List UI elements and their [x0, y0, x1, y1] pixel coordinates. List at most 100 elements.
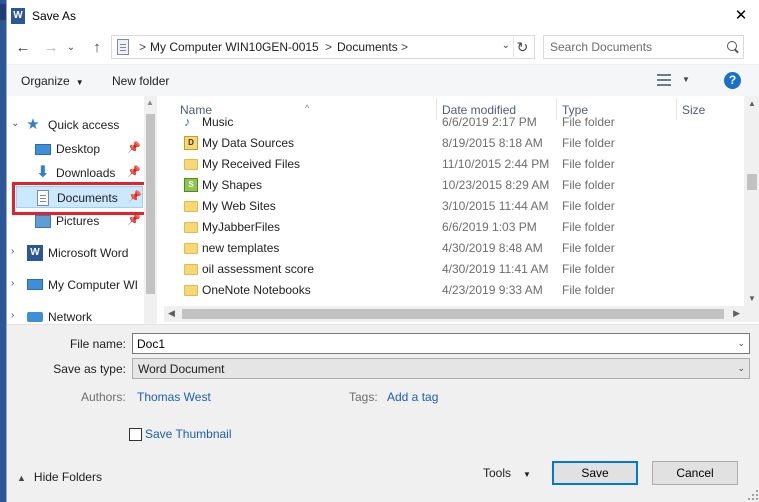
up-arrow-icon[interactable]: ↑	[87, 38, 107, 58]
scrollbar-thumb[interactable]	[146, 114, 155, 294]
file-row[interactable]: oil assessment score 4/30/2019 11:41 AM …	[164, 259, 744, 280]
scrollbar-thumb[interactable]	[182, 309, 724, 319]
collapsed-chevron-icon[interactable]: ›	[11, 246, 14, 257]
hide-folders-button[interactable]: ▲ Hide Folders	[17, 470, 102, 484]
file-date: 6/6/2019 2:17 PM	[442, 116, 537, 129]
save-as-type-label: Save as type:	[53, 362, 126, 376]
sort-ascending-icon: ^	[305, 103, 310, 113]
navigation-pane-scrollbar[interactable]: ▲	[144, 96, 157, 324]
save-thumbnail-checkbox[interactable]	[129, 428, 142, 441]
file-name-field[interactable]: ⌄	[132, 333, 750, 354]
recent-locations-chevron-icon[interactable]: ⌄	[61, 38, 81, 58]
column-header-type[interactable]: Type	[562, 103, 588, 117]
file-type: File folder	[562, 283, 615, 297]
search-input[interactable]	[550, 39, 715, 55]
sidebar-item-network[interactable]: › Network	[7, 306, 143, 324]
file-name-input[interactable]	[137, 336, 727, 351]
sidebar-item-my-computer[interactable]: › My Computer WI	[7, 274, 143, 296]
add-tag-link[interactable]: Add a tag	[387, 390, 438, 404]
chevron-down-icon[interactable]: ⌄	[737, 363, 745, 374]
file-date: 4/30/2019 8:48 AM	[442, 241, 543, 255]
music-folder-icon: ♪	[184, 116, 191, 129]
back-arrow-icon[interactable]: ←	[13, 38, 33, 58]
organize-button[interactable]: Organize ▼	[21, 74, 84, 88]
address-history-chevron-icon[interactable]: ⌄	[502, 40, 510, 51]
resize-grip-icon[interactable]	[748, 490, 758, 500]
organize-label: Organize	[21, 74, 70, 88]
scroll-up-icon[interactable]: ▲	[146, 98, 154, 107]
scrollbar-thumb[interactable]	[747, 174, 757, 190]
file-list-vertical-scrollbar[interactable]: ▲ ▼	[744, 96, 759, 306]
file-type: File folder	[562, 178, 615, 192]
search-icon[interactable]	[727, 41, 737, 51]
tools-button[interactable]: Tools ▼	[483, 466, 531, 480]
view-chevron-down-icon[interactable]: ▼	[682, 75, 690, 84]
scroll-left-icon[interactable]: ◀	[168, 308, 175, 319]
file-name: oil assessment score	[202, 262, 315, 276]
save-button[interactable]: Save	[552, 461, 638, 485]
save-as-dialog: W Save As ✕ ← → ⌄ ↑ > My Computer WIN10G…	[6, 0, 759, 502]
folder-icon	[184, 222, 198, 233]
file-list-horizontal-scrollbar[interactable]: ◀ ▶	[164, 306, 759, 322]
file-list: Name ^ Date modified Type Size ♪ Music 6…	[164, 96, 759, 324]
file-row[interactable]: My Received Files 11/10/2015 2:44 PM Fil…	[164, 154, 744, 175]
forward-arrow-icon[interactable]: →	[41, 38, 61, 58]
close-icon[interactable]: ✕	[730, 5, 752, 27]
documents-highlight-annotation	[12, 182, 153, 215]
save-thumbnail-label[interactable]: Save Thumbnail	[145, 427, 232, 441]
file-row[interactable]: OneNote Notebooks 4/23/2019 9:33 AM File…	[164, 280, 744, 301]
collapsed-chevron-icon[interactable]: ›	[11, 278, 14, 289]
file-row[interactable]: ♪ Music 6/6/2019 2:17 PM File folder	[164, 116, 744, 133]
refresh-icon[interactable]: ↻	[513, 37, 531, 57]
dialog-title: Save As	[32, 9, 77, 23]
cancel-button[interactable]: Cancel	[652, 461, 738, 485]
scroll-right-icon[interactable]: ▶	[733, 308, 740, 319]
column-header-date-modified[interactable]: Date modified	[442, 103, 516, 117]
sidebar-item-quick-access[interactable]: ⌄ ★ Quick access	[7, 114, 143, 136]
chevron-down-icon[interactable]: ⌄	[737, 338, 745, 349]
search-box[interactable]	[543, 35, 744, 59]
pin-icon: 📌	[127, 166, 141, 178]
column-header-size[interactable]: Size	[682, 103, 705, 117]
file-name: Music	[202, 116, 234, 129]
scroll-down-icon[interactable]: ▼	[748, 294, 756, 303]
sidebar-item-label: Desktop	[56, 142, 101, 156]
folder-icon	[184, 201, 198, 212]
sidebar-item-microsoft-word[interactable]: › W Microsoft Word	[7, 242, 143, 264]
computer-icon	[27, 279, 43, 290]
sidebar-item-downloads[interactable]: ⬇ Downloads 📌	[7, 162, 143, 184]
column-header-name[interactable]: Name	[180, 103, 212, 117]
file-row[interactable]: My Web Sites 3/10/2015 11:44 AM File fol…	[164, 196, 744, 217]
collapsed-chevron-icon[interactable]: ›	[11, 310, 14, 321]
breadcrumb-documents[interactable]: Documents	[337, 40, 398, 54]
file-name-label: File name:	[69, 337, 126, 351]
sidebar-item-desktop[interactable]: Desktop 📌	[7, 138, 143, 160]
chevron-up-icon: ▲	[17, 473, 26, 483]
view-options-icon[interactable]	[657, 73, 671, 87]
breadcrumb-computer[interactable]: My Computer WIN10GEN-0015	[150, 40, 319, 54]
expanded-chevron-icon[interactable]: ⌄	[11, 118, 19, 129]
authors-value[interactable]: Thomas West	[137, 390, 211, 404]
scroll-up-icon[interactable]: ▲	[748, 99, 756, 108]
file-row[interactable]: S My Shapes 10/23/2015 8:29 AM File fold…	[164, 175, 744, 196]
command-toolbar: Organize ▼ New folder ▼ ?	[7, 64, 759, 96]
address-bar[interactable]: > My Computer WIN10GEN-0015 > Documents …	[111, 35, 535, 59]
file-row[interactable]: D My Data Sources 8/19/2015 8:18 AM File…	[164, 133, 744, 154]
breadcrumb-separator: >	[401, 40, 409, 54]
file-name: new templates	[202, 241, 280, 255]
new-folder-button[interactable]: New folder	[112, 74, 169, 88]
file-date: 6/6/2019 1:03 PM	[442, 220, 537, 234]
breadcrumb-separator: >	[139, 40, 147, 54]
save-as-type-select[interactable]: Word Document ⌄	[132, 358, 750, 379]
sidebar-item-label: Downloads	[56, 166, 116, 180]
file-name: My Shapes	[202, 178, 263, 192]
documents-location-icon	[117, 39, 129, 55]
file-date: 10/23/2015 8:29 AM	[442, 178, 550, 192]
help-icon[interactable]: ?	[724, 72, 741, 89]
word-icon: W	[27, 245, 43, 261]
file-row[interactable]: new templates 4/30/2019 8:48 AM File fol…	[164, 238, 744, 259]
file-date: 4/30/2019 11:41 AM	[442, 262, 549, 276]
sidebar-item-label: Pictures	[56, 214, 100, 228]
title-bar[interactable]: W Save As ✕	[7, 0, 759, 32]
file-row[interactable]: MyJabberFiles 6/6/2019 1:03 PM File fold…	[164, 217, 744, 238]
